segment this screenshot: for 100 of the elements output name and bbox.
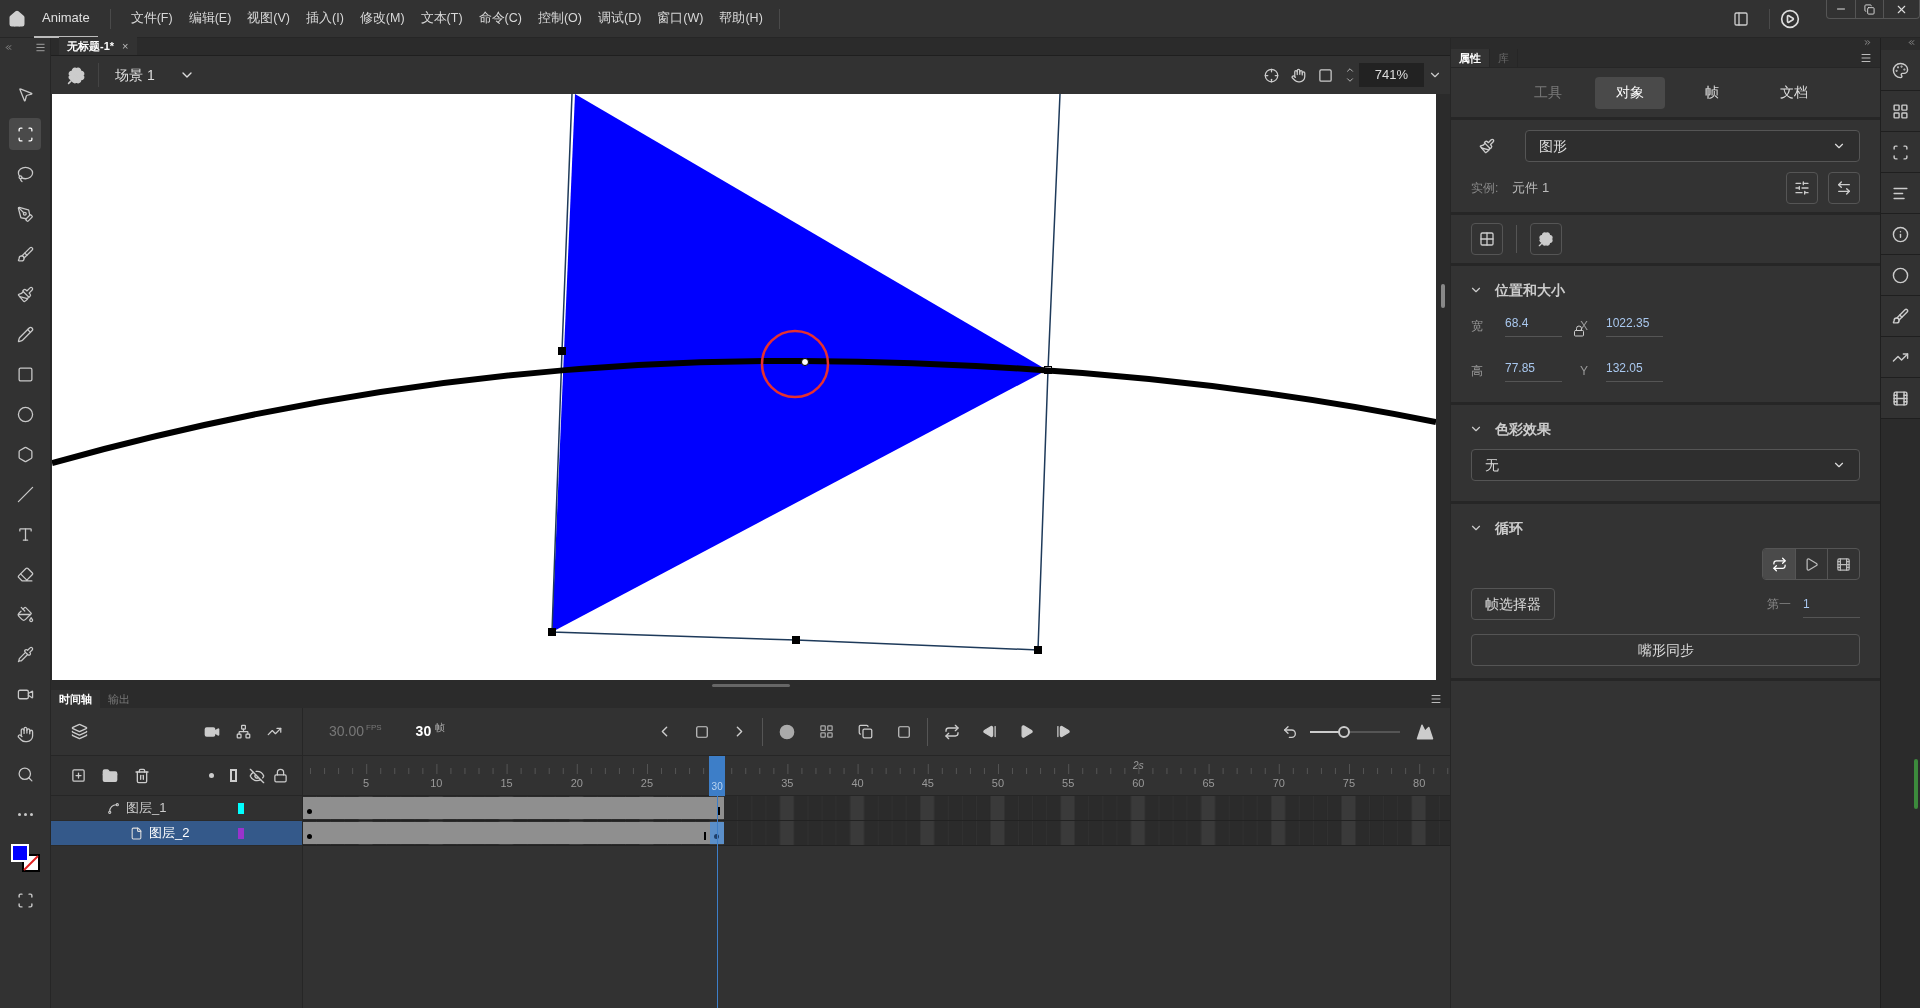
menu-item[interactable]: 文件(F) — [122, 9, 181, 28]
fill-color-swatch[interactable] — [11, 844, 29, 862]
swap-icon — [1836, 180, 1852, 196]
zoom-slider-track[interactable] — [1310, 730, 1400, 733]
step-back-icon[interactable] — [982, 724, 998, 739]
paste-frames-icon[interactable] — [858, 724, 874, 739]
tab-close[interactable]: × — [122, 37, 129, 55]
field-label: 高 — [1471, 362, 1484, 380]
loop-icon[interactable] — [944, 723, 961, 740]
document-tab[interactable]: 无标题-1* × — [59, 37, 137, 55]
section-title: 色彩效果 — [1495, 419, 1551, 439]
menu-item[interactable]: 控制(O) — [529, 9, 590, 28]
zoom-down-icon[interactable] — [1344, 75, 1355, 85]
insert-frame-icon[interactable] — [897, 724, 912, 739]
field-label: 宽 — [1471, 317, 1484, 335]
panel-tab[interactable]: 属性 — [1451, 49, 1490, 67]
reset-icon[interactable] — [1282, 723, 1298, 740]
first-frame-field[interactable]: 1 — [1803, 590, 1860, 618]
collapse-icon[interactable] — [1907, 38, 1916, 47]
delete-icon[interactable] — [134, 767, 150, 784]
ruler-label: 45 — [921, 775, 934, 791]
new-layer-icon[interactable] — [71, 768, 86, 783]
panel-menu-icon[interactable] — [1860, 52, 1872, 64]
step-forward-icon[interactable] — [1056, 724, 1072, 739]
mountain-icon[interactable] — [1416, 722, 1434, 741]
properties-tab[interactable]: 文档 — [1758, 76, 1829, 109]
outline-icon[interactable] — [230, 769, 237, 782]
menu-item[interactable]: 帮助(H) — [711, 9, 771, 28]
menu-item[interactable]: 调试(D) — [589, 9, 650, 28]
number-field[interactable]: 77.85 — [1505, 359, 1562, 382]
onion-skin-icon[interactable] — [779, 723, 796, 740]
menu-item[interactable]: 修改(M) — [351, 9, 413, 28]
panel-dock-button[interactable] — [1881, 296, 1920, 337]
frame-picker-button[interactable]: 帧选择器 — [1471, 588, 1555, 620]
panel-dock-button[interactable] — [1881, 214, 1920, 255]
grid-icon — [1479, 231, 1495, 247]
sliders-icon — [1794, 180, 1810, 196]
lock-icon[interactable] — [273, 768, 288, 783]
panel-dock-button[interactable] — [1881, 173, 1920, 214]
collapse-icon[interactable] — [4, 42, 13, 52]
panel-dock-button[interactable] — [1881, 91, 1920, 132]
tool-button[interactable] — [9, 118, 41, 150]
graphic-symbol-icon — [1479, 138, 1495, 154]
panel-dock-button[interactable] — [1881, 337, 1920, 378]
first-frame-label: 第一 — [1767, 596, 1791, 613]
number-field[interactable]: 132.05 — [1606, 359, 1663, 382]
resize-handle[interactable] — [711, 683, 790, 687]
number-field[interactable]: 1022.35 — [1606, 314, 1663, 337]
panel-dock-button[interactable] — [1881, 132, 1920, 173]
edit-symbol-button[interactable] — [1471, 223, 1503, 255]
play-once-icon — [1804, 556, 1819, 572]
play-icon[interactable] — [1019, 724, 1035, 739]
menu-item[interactable]: 编辑(E) — [180, 9, 240, 28]
restore-icon — [1864, 3, 1875, 15]
menu-icon[interactable] — [35, 41, 46, 53]
swap-button[interactable] — [1828, 172, 1860, 204]
ruler-label: 50 — [991, 775, 1005, 791]
panel-dock-button[interactable] — [1881, 50, 1920, 91]
color-effect-dropdown[interactable]: 无 — [1471, 449, 1860, 481]
loop-mode-button[interactable] — [1763, 549, 1795, 579]
panel-dock-button[interactable] — [1881, 378, 1920, 419]
layer-row[interactable]: 图层_2 — [51, 821, 302, 846]
visibility-icon[interactable] — [249, 767, 265, 784]
adjust-button[interactable] — [1786, 172, 1818, 204]
edit-frames-icon[interactable] — [819, 724, 835, 739]
scrollbar-thumb[interactable] — [1914, 758, 1918, 809]
panel-dock-button[interactable] — [1881, 255, 1920, 296]
menu-item[interactable]: 插入(I) — [298, 9, 352, 28]
folder-icon[interactable] — [102, 767, 118, 784]
zoom-up-icon[interactable] — [1344, 65, 1355, 75]
loop-mode-group[interactable] — [1762, 548, 1860, 580]
registration-point — [801, 358, 809, 366]
ruler-label: 60 — [1132, 775, 1145, 791]
symbol-icon[interactable] — [67, 65, 86, 85]
layers-icon[interactable] — [71, 723, 88, 740]
properties-tab[interactable]: 对象 — [1594, 76, 1665, 109]
menu-item[interactable]: 文本(T) — [412, 9, 471, 28]
scrollbar-thumb[interactable] — [1441, 284, 1445, 308]
convert-symbol-button[interactable] — [1530, 223, 1562, 255]
timeline-tab[interactable]: 时间轴 — [51, 690, 100, 708]
pen-icon — [16, 205, 34, 223]
parenting-icon[interactable] — [236, 724, 251, 739]
zoom-slider-thumb[interactable] — [1338, 725, 1351, 738]
ruler-label: 55 — [1062, 775, 1075, 791]
menu-item[interactable]: 窗口(W) — [649, 9, 712, 28]
panel-menu-icon[interactable] — [1430, 693, 1442, 705]
document-title: 无标题-1* — [67, 38, 115, 54]
selected-keyframe[interactable] — [710, 822, 725, 844]
zoom-field[interactable]: 741% — [1358, 63, 1424, 87]
lip-sync-button[interactable]: 嘴形同步 — [1471, 634, 1860, 666]
ruler-label: 40 — [851, 775, 864, 791]
keyframe-icon[interactable] — [695, 724, 710, 739]
menu-item[interactable]: 视图(V) — [239, 9, 298, 28]
ruler-label: 80 — [1413, 775, 1426, 791]
properties-tab[interactable]: 帧 — [1676, 76, 1747, 109]
menu-item[interactable]: 命令(C) — [470, 9, 530, 28]
collapse-icon[interactable] — [1863, 38, 1872, 47]
symbol-type-dropdown[interactable]: 图形 — [1525, 130, 1860, 162]
number-field[interactable]: 68.4 — [1505, 314, 1562, 337]
center-stage-icon[interactable] — [1263, 67, 1279, 83]
